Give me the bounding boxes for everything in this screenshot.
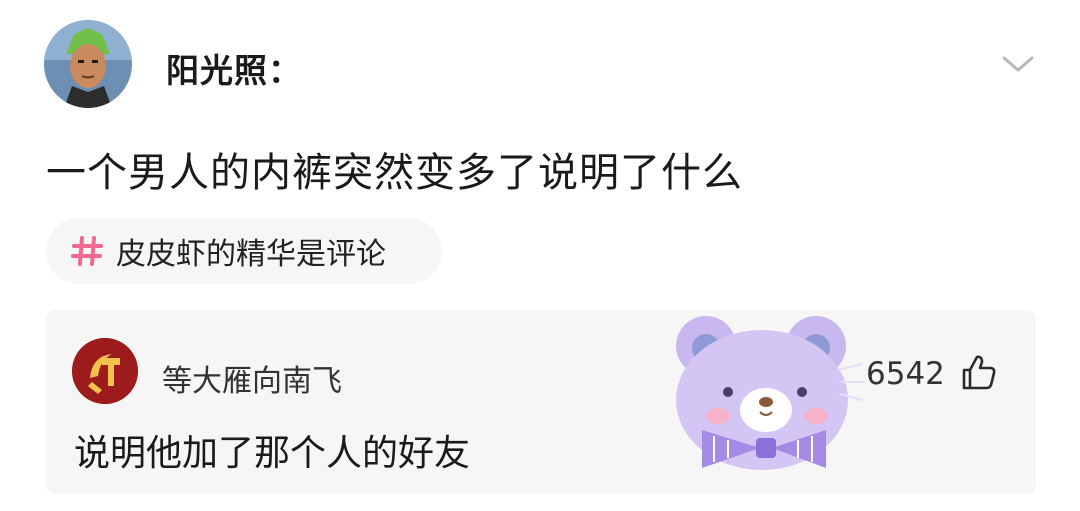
comment-author-name[interactable]: 等大雁向南飞 <box>162 356 342 400</box>
post-text: 一个男人的内裤突然变多了说明了什么 <box>46 150 743 196</box>
comment-text: 说明他加了那个人的好友 <box>74 433 471 474</box>
topic-label: 皮皮虾的精华是评论 <box>116 237 386 272</box>
purple-bear-sticker <box>666 312 878 492</box>
avatar-image <box>44 20 132 108</box>
like-count: 6542 <box>866 356 945 392</box>
hash-icon <box>68 232 106 270</box>
post-author-avatar[interactable] <box>44 20 132 108</box>
comment-author-avatar[interactable] <box>72 338 138 404</box>
post-author-name[interactable]: 阳光照： <box>166 44 302 92</box>
topic-tag[interactable]: 皮皮虾的精华是评论 <box>46 218 442 284</box>
chevron-down-icon[interactable] <box>1000 52 1036 76</box>
hammer-sickle-icon <box>72 338 138 404</box>
top-comment-card[interactable]: 等大雁向南飞 说明他加了那个人的好友 6542 <box>46 310 1036 494</box>
thumbs-up-icon[interactable] <box>958 352 998 392</box>
